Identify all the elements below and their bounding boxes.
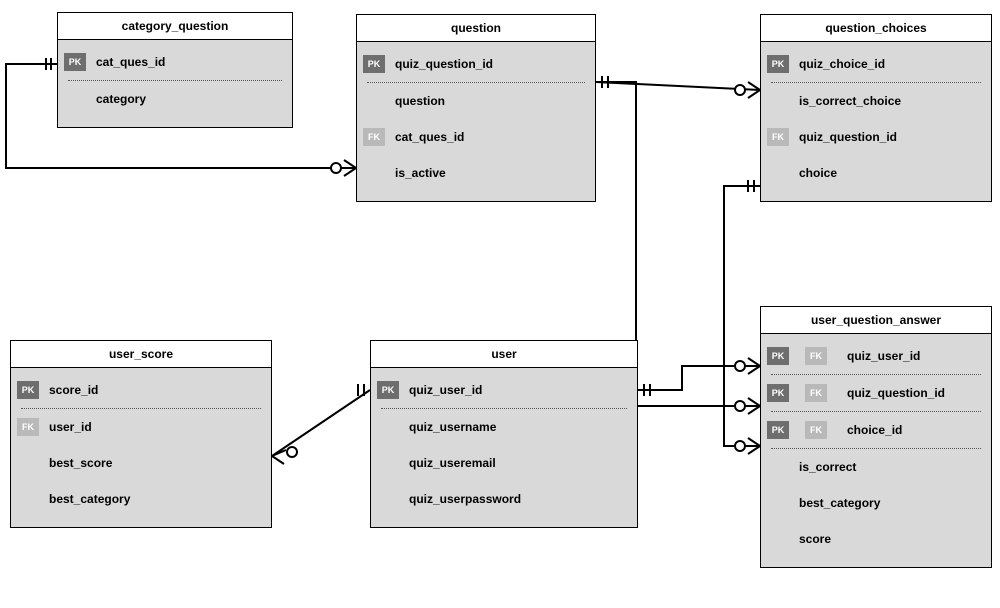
col-quiz-user-id: quiz_user_id [409, 383, 482, 397]
col-best-score: best_score [49, 456, 112, 470]
entity-title: question_choices [761, 15, 991, 42]
fk-badge: FK [805, 384, 827, 402]
col-cat-ques-id: cat_ques_id [395, 130, 464, 144]
entity-user-score: user_score PK score_id FK user_id best_sco… [10, 340, 272, 528]
col-best-category: best_category [799, 496, 880, 510]
fk-badge: FK [363, 128, 385, 146]
entity-question-choices: question_choices PK quiz_choice_id is_cor… [760, 14, 992, 202]
col-quiz-user-id: quiz_user_id [847, 349, 920, 363]
col-score: score [799, 532, 831, 546]
entity-question: question PK quiz_question_id question FK c… [356, 14, 596, 202]
entity-category-question: category_question PK cat_ques_id category [57, 12, 293, 128]
entity-user: user PK quiz_user_id quiz_username quiz_u… [370, 340, 638, 528]
col-choice-id: choice_id [847, 423, 902, 437]
col-quiz-question-id: quiz_question_id [395, 57, 493, 71]
pk-badge: PK [767, 347, 789, 365]
pk-badge: PK [17, 381, 39, 399]
fk-badge: FK [805, 347, 827, 365]
fk-badge: FK [805, 421, 827, 439]
pk-badge: PK [377, 381, 399, 399]
col-quiz-useremail: quiz_useremail [409, 456, 496, 470]
entity-title: user_question_answer [761, 307, 991, 334]
col-question: question [395, 94, 445, 108]
entity-title: question [357, 15, 595, 42]
pk-badge: PK [64, 53, 86, 71]
fk-badge: FK [767, 128, 789, 146]
col-cat-ques-id: cat_ques_id [96, 55, 165, 69]
col-quiz-question-id: quiz_question_id [847, 386, 945, 400]
col-user-id: user_id [49, 420, 92, 434]
col-quiz-choice-id: quiz_choice_id [799, 57, 885, 71]
pk-badge: PK [767, 384, 789, 402]
entity-title: category_question [58, 13, 292, 40]
entity-title: user_score [11, 341, 271, 368]
col-is-active: is_active [395, 166, 446, 180]
col-quiz-username: quiz_username [409, 420, 496, 434]
pk-badge: PK [767, 421, 789, 439]
col-category: category [96, 92, 146, 106]
pk-badge: PK [767, 55, 789, 73]
col-quiz-userpassword: quiz_userpassword [409, 492, 521, 506]
col-is-correct-choice: is_correct_choice [799, 94, 901, 108]
entity-user-question-answer: user_question_answer PK FK quiz_user_id PK… [760, 306, 992, 568]
col-choice: choice [799, 166, 837, 180]
fk-badge: FK [17, 418, 39, 436]
entity-title: user [371, 341, 637, 368]
col-quiz-question-id: quiz_question_id [799, 130, 897, 144]
col-is-correct: is_correct [799, 460, 856, 474]
col-score-id: score_id [49, 383, 98, 397]
col-best-category: best_category [49, 492, 130, 506]
pk-badge: PK [363, 55, 385, 73]
